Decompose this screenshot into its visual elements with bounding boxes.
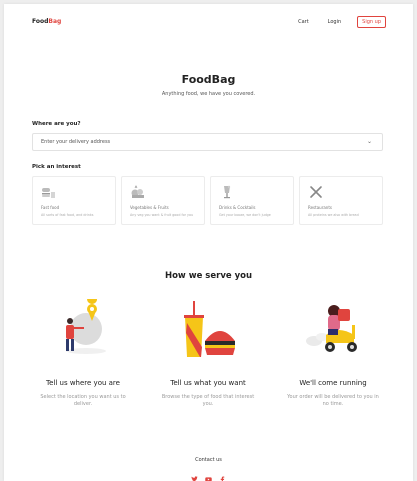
serve-col-desc: Browse the type of food that interest yo…: [161, 394, 255, 407]
location-label: Where are you?: [32, 121, 81, 127]
serve-col-title: Tell us where you are: [46, 379, 120, 387]
contact-us-link[interactable]: Contact us: [4, 457, 413, 463]
card-title: Drinks & Cocktails: [219, 205, 256, 210]
header: FoodBag Cart Login Sign up: [4, 4, 413, 38]
serve-col-desc: Select the location you want us to deliv…: [40, 394, 126, 407]
card-desc: All sorts of fast food, and drinks: [41, 213, 94, 217]
interest-cards: Fast food All sorts of fast food, and dr…: [32, 176, 383, 225]
chevron-down-icon: ⌄: [366, 138, 372, 145]
card-desc: All proteins we also with bread: [308, 213, 359, 217]
serve-title: How we serve you: [164, 271, 253, 281]
facebook-icon[interactable]: [219, 468, 226, 481]
hero-title: FoodBag: [181, 73, 236, 86]
twitter-icon[interactable]: [191, 468, 198, 481]
serve-columns: Tell us where you are Select the locatio…: [28, 299, 388, 419]
signup-button[interactable]: Sign up: [357, 16, 386, 28]
serve-col-location: Tell us where you are Select the locatio…: [28, 299, 138, 419]
youtube-icon[interactable]: [205, 468, 212, 481]
nav: Cart Login Sign up: [279, 16, 386, 28]
interest-card-vegetables[interactable]: Vegetables & Fruits Any veg you want & f…: [121, 176, 205, 225]
card-title: Restaurants: [308, 205, 332, 210]
food-illustration: [184, 301, 235, 357]
vegetables-fruits-icon: [131, 185, 144, 198]
card-desc: Get your booze, we don't judge: [219, 213, 271, 217]
nav-login[interactable]: Login: [328, 19, 342, 25]
social-links: [4, 468, 413, 481]
card-desc: Any veg you want & fruit good for you: [130, 213, 194, 217]
restaurants-icon: [310, 186, 322, 198]
serve-col-desc: Your order will be delivered to you in n…: [287, 394, 379, 407]
delivery-scooter-illustration: [306, 305, 357, 352]
fast-food-icon: [42, 188, 55, 198]
interest-card-restaurants[interactable]: Restaurants All proteins we also with br…: [299, 176, 383, 225]
card-title: Vegetables & Fruits: [130, 205, 169, 210]
serve-col-food: Tell us what you want Browse the type of…: [153, 299, 263, 419]
hero-subtitle: Anything food, we have you covered.: [161, 91, 256, 97]
interest-card-fast-food[interactable]: Fast food All sorts of fast food, and dr…: [32, 176, 116, 225]
drinks-cocktails-icon: [224, 185, 231, 199]
serve-col-title: We'll come running: [299, 379, 367, 387]
serve-col-delivery: We'll come running Your order will be de…: [278, 299, 388, 419]
page: FoodBag Cart Login Sign up FoodBag Anyth…: [4, 4, 413, 481]
logo-bag: Bag: [48, 18, 62, 25]
interest-card-drinks[interactable]: Drinks & Cocktails Get your booze, we do…: [210, 176, 294, 225]
nav-cart[interactable]: Cart: [298, 19, 309, 25]
address-select[interactable]: Enter your delivery address ⌄: [32, 133, 383, 151]
logo[interactable]: FoodBag: [32, 18, 61, 25]
logo-food: Food: [32, 18, 49, 25]
serve-col-title: Tell us what you want: [170, 379, 246, 387]
location-person-illustration: [66, 299, 106, 354]
card-title: Fast food: [41, 205, 60, 210]
address-placeholder: Enter your delivery address: [41, 139, 111, 145]
interest-label: Pick an interest: [32, 164, 81, 170]
